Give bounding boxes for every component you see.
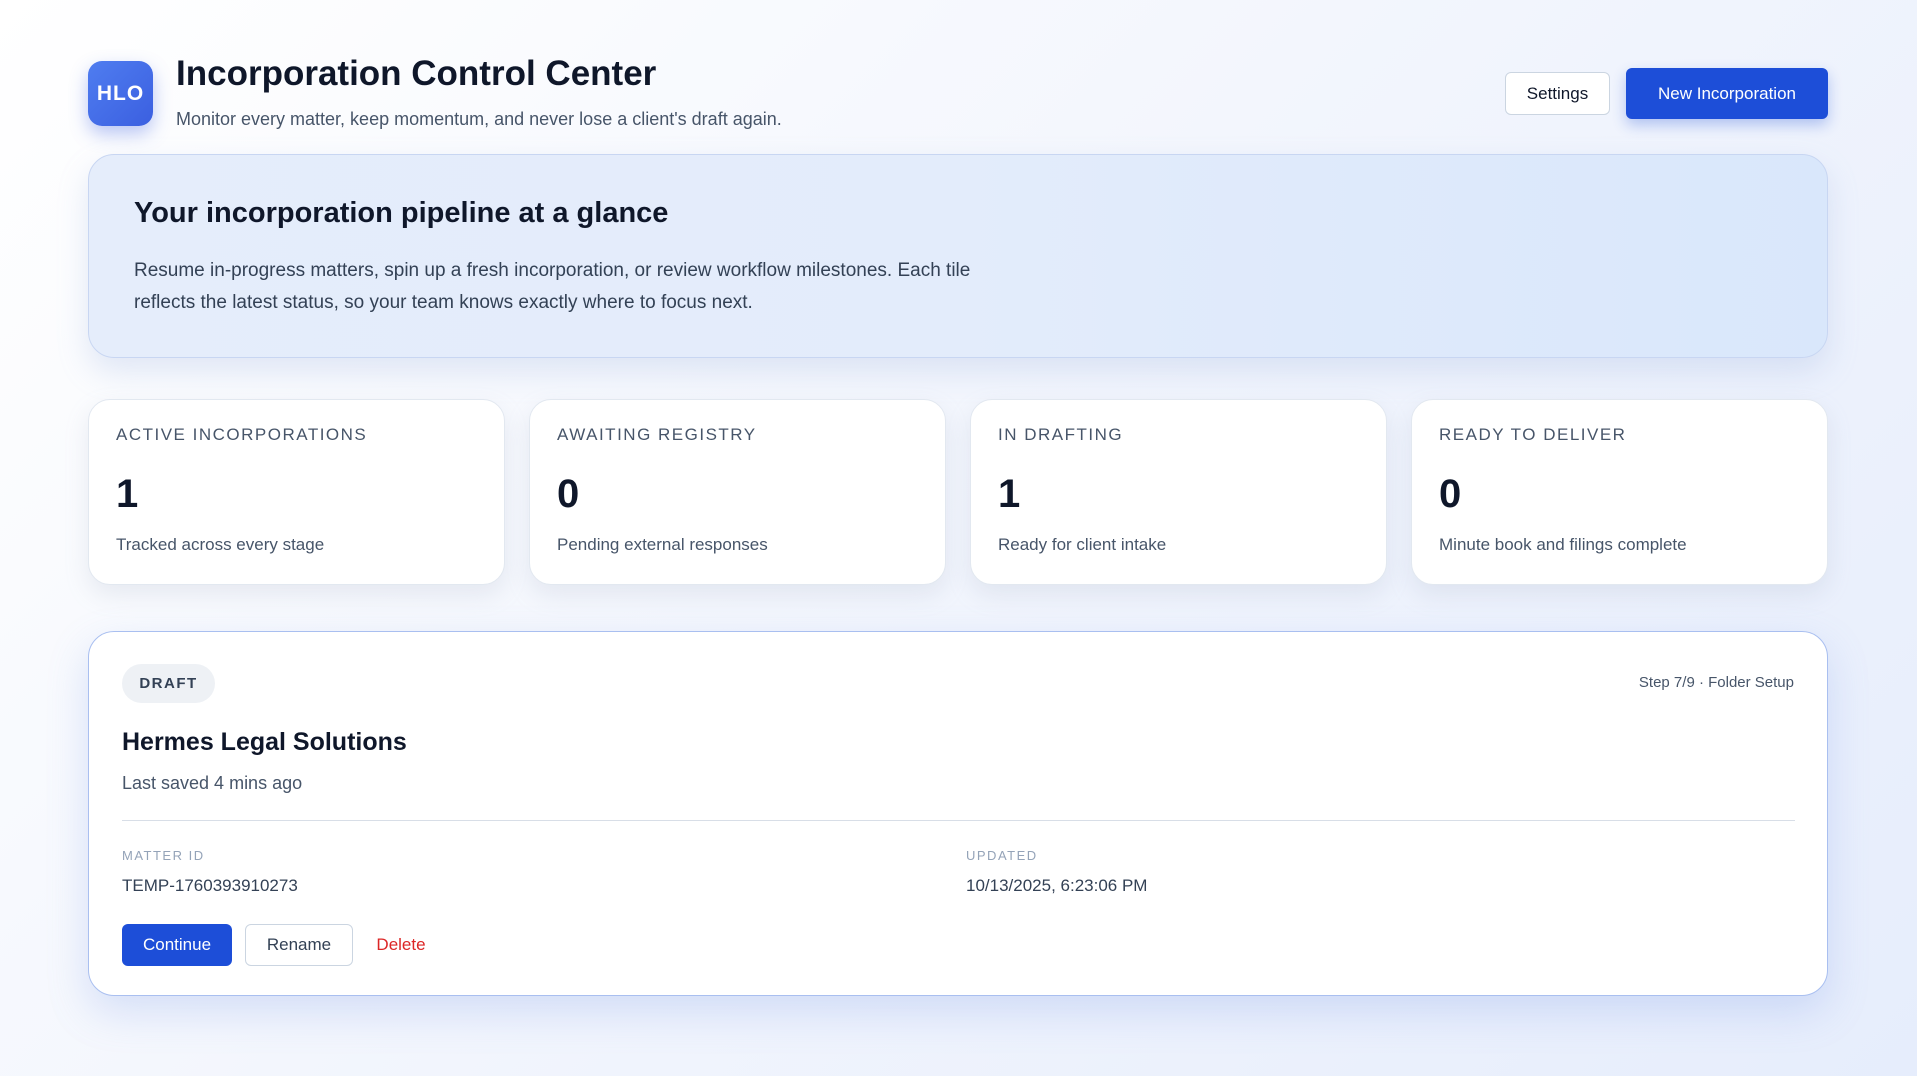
stat-value: 1 [998, 472, 1021, 516]
firm-logo: HLO [88, 61, 153, 126]
matter-id-value: TEMP-1760393910273 [122, 876, 298, 895]
workflow-step: Step 7/9 · Folder Setup [1638, 674, 1794, 691]
stat-description: Minute book and filings complete [1439, 535, 1687, 554]
stat-value: 0 [1439, 472, 1462, 516]
pipeline-overview-banner: Your incorporation pipeline at a glance … [88, 154, 1828, 358]
stat-description: Tracked across every stage [116, 535, 325, 554]
stat-label: IN DRAFTING [998, 425, 1124, 444]
stat-card-active-incorporations: ACTIVE INCORPORATIONS 1 Tracked across e… [88, 399, 505, 585]
matter-id-label: MATTER ID [122, 848, 205, 863]
stat-card-in-drafting: IN DRAFTING 1 Ready for client intake [970, 399, 1387, 585]
stat-description: Pending external responses [557, 535, 768, 554]
stat-label: ACTIVE INCORPORATIONS [116, 425, 368, 444]
logo-text: HLO [96, 81, 145, 105]
last-saved: Last saved 4 mins ago [122, 773, 303, 793]
stat-value: 0 [557, 472, 580, 516]
matter-card: DRAFT Step 7/9 · Folder Setup Hermes Leg… [88, 631, 1828, 996]
stat-label: AWAITING REGISTRY [557, 425, 757, 444]
page-title: Incorporation Control Center [176, 54, 657, 93]
status-badge: DRAFT [122, 664, 215, 703]
settings-button[interactable]: Settings [1505, 72, 1610, 115]
banner-title: Your incorporation pipeline at a glance [134, 197, 669, 229]
stat-label: READY TO DELIVER [1439, 425, 1627, 444]
stat-description: Ready for client intake [998, 535, 1167, 554]
stat-value: 1 [116, 472, 139, 516]
delete-button[interactable]: Delete [368, 924, 434, 966]
stat-card-ready-to-deliver: READY TO DELIVER 0 Minute book and filin… [1411, 399, 1828, 585]
continue-button[interactable]: Continue [122, 924, 232, 966]
dashboard-page: HLO Incorporation Control Center Monitor… [0, 0, 1917, 1078]
card-divider [122, 820, 1795, 821]
banner-description: Resume in-progress matters, spin up a fr… [134, 260, 971, 313]
updated-label: UPDATED [966, 848, 1038, 863]
updated-value: 10/13/2025, 6:23:06 PM [966, 876, 1148, 895]
page-subtitle: Monitor every matter, keep momentum, and… [176, 109, 782, 129]
rename-button[interactable]: Rename [245, 924, 353, 966]
stat-card-awaiting-registry: AWAITING REGISTRY 0 Pending external res… [529, 399, 946, 585]
new-incorporation-button[interactable]: New Incorporation [1626, 68, 1828, 119]
matter-name: Hermes Legal Solutions [122, 728, 407, 756]
